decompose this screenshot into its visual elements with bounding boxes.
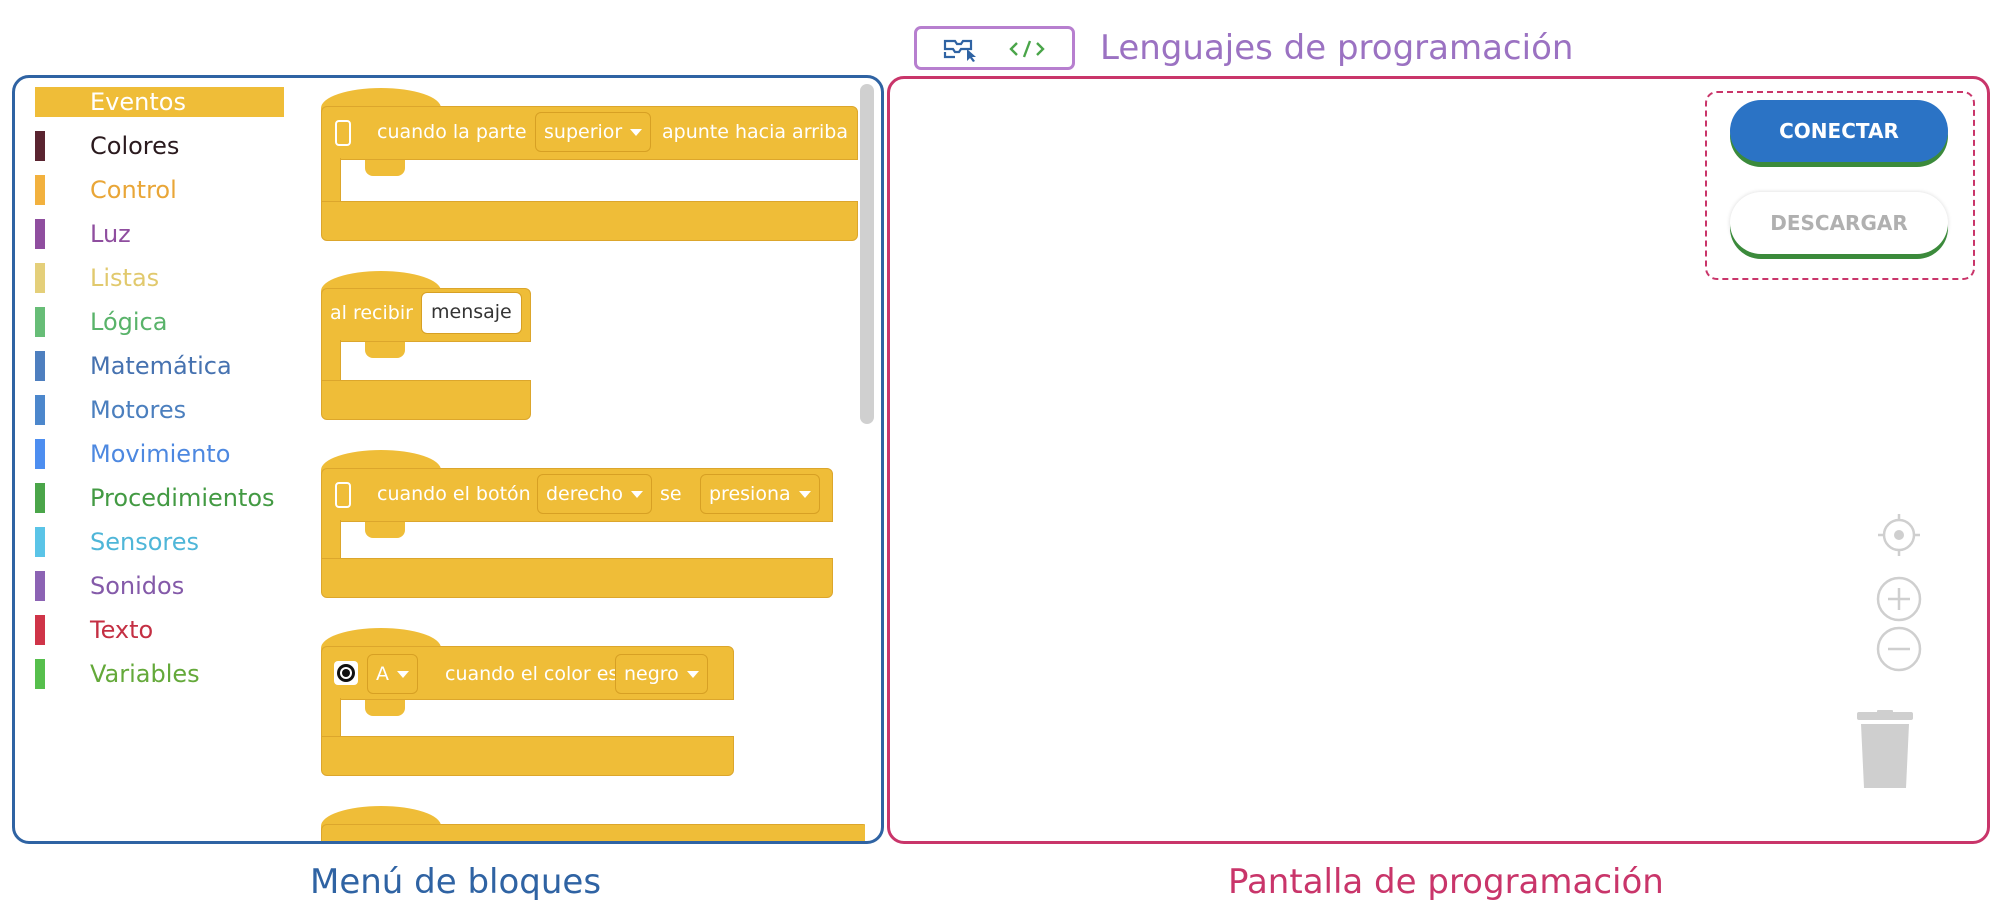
color-sensor-icon bbox=[334, 661, 358, 685]
category-listas[interactable]: Listas bbox=[35, 263, 301, 293]
category-color-bar bbox=[35, 175, 45, 205]
category-color-bar bbox=[35, 307, 45, 337]
phone-icon bbox=[335, 482, 351, 508]
category-matemática[interactable]: Matemática bbox=[35, 351, 301, 381]
category-label: Luz bbox=[90, 220, 131, 248]
category-control[interactable]: Control bbox=[35, 175, 301, 205]
dropdown-side[interactable]: superior bbox=[535, 112, 652, 152]
languages-title: Lenguajes de programación bbox=[1100, 28, 1574, 68]
category-label: Variables bbox=[90, 660, 200, 688]
menu-scrollbar[interactable] bbox=[860, 84, 874, 424]
zoom-in-icon[interactable] bbox=[1876, 576, 1922, 622]
block-text: al recibir bbox=[330, 302, 413, 324]
category-label: Matemática bbox=[90, 352, 232, 380]
dropdown-color[interactable]: negro bbox=[615, 654, 708, 694]
category-label: Procedimientos bbox=[90, 484, 275, 512]
category-label: Movimiento bbox=[90, 440, 231, 468]
category-label: Control bbox=[90, 176, 177, 204]
category-label: Eventos bbox=[90, 88, 186, 116]
category-color-bar bbox=[35, 351, 45, 381]
category-label: Sonidos bbox=[90, 572, 185, 600]
category-label: Texto bbox=[90, 616, 154, 644]
category-colores[interactable]: Colores bbox=[35, 131, 301, 161]
block-text: se bbox=[660, 483, 682, 505]
phone-icon bbox=[335, 120, 351, 146]
category-color-bar bbox=[35, 527, 45, 557]
language-selector bbox=[914, 26, 1075, 70]
category-variables[interactable]: Variables bbox=[35, 659, 301, 689]
category-lógica[interactable]: Lógica bbox=[35, 307, 301, 337]
message-field[interactable]: mensaje bbox=[421, 292, 522, 334]
category-motores[interactable]: Motores bbox=[35, 395, 301, 425]
category-color-bar bbox=[35, 219, 45, 249]
category-procedimientos[interactable]: Procedimientos bbox=[35, 483, 301, 513]
code-icon[interactable] bbox=[1007, 35, 1047, 63]
block-text: cuando el botón bbox=[377, 483, 531, 505]
block-menu-caption: Menú de bloques bbox=[310, 862, 602, 902]
programming-screen-caption: Pantalla de programación bbox=[1228, 862, 1664, 902]
zoom-out-icon[interactable] bbox=[1876, 626, 1922, 672]
block-text: apunte hacia arriba bbox=[662, 121, 848, 143]
category-label: Listas bbox=[90, 264, 160, 292]
blocks-flyout: cuando la parte superior apunte hacia ar… bbox=[305, 78, 865, 841]
category-color-bar bbox=[35, 439, 45, 469]
dropdown-port[interactable]: A bbox=[367, 654, 418, 694]
block-text: cuando la parte bbox=[377, 121, 527, 143]
category-color-bar bbox=[35, 131, 45, 161]
category-movimiento[interactable]: Movimiento bbox=[35, 439, 301, 469]
category-label: Colores bbox=[90, 132, 180, 160]
trash-icon[interactable] bbox=[1855, 710, 1915, 790]
category-luz[interactable]: Luz bbox=[35, 219, 301, 249]
category-label: Sensores bbox=[90, 528, 200, 556]
category-eventos[interactable]: Eventos bbox=[35, 87, 301, 117]
category-sonidos[interactable]: Sonidos bbox=[35, 571, 301, 601]
category-sensores[interactable]: Sensores bbox=[35, 527, 301, 557]
dropdown-button[interactable]: derecho bbox=[537, 474, 652, 514]
block-text: cuando el color es bbox=[445, 663, 619, 685]
category-color-bar bbox=[35, 659, 45, 689]
category-label: Motores bbox=[90, 396, 187, 424]
block-menu: Eventos Colores Control Luz Listas Lógica Mate… bbox=[12, 75, 884, 844]
dropdown-action[interactable]: presiona bbox=[700, 474, 820, 514]
download-button[interactable]: DESCARGAR bbox=[1730, 192, 1948, 254]
connect-button[interactable]: CONECTAR bbox=[1730, 100, 1948, 162]
category-label: Lógica bbox=[90, 308, 168, 336]
category-color-bar bbox=[35, 483, 45, 513]
category-color-bar bbox=[35, 571, 45, 601]
recenter-icon[interactable] bbox=[1876, 512, 1922, 558]
category-color-bar bbox=[35, 263, 45, 293]
category-color-bar bbox=[35, 395, 45, 425]
category-texto[interactable]: Texto bbox=[35, 615, 301, 645]
category-color-bar bbox=[35, 615, 45, 645]
blocks-icon[interactable] bbox=[941, 35, 981, 63]
